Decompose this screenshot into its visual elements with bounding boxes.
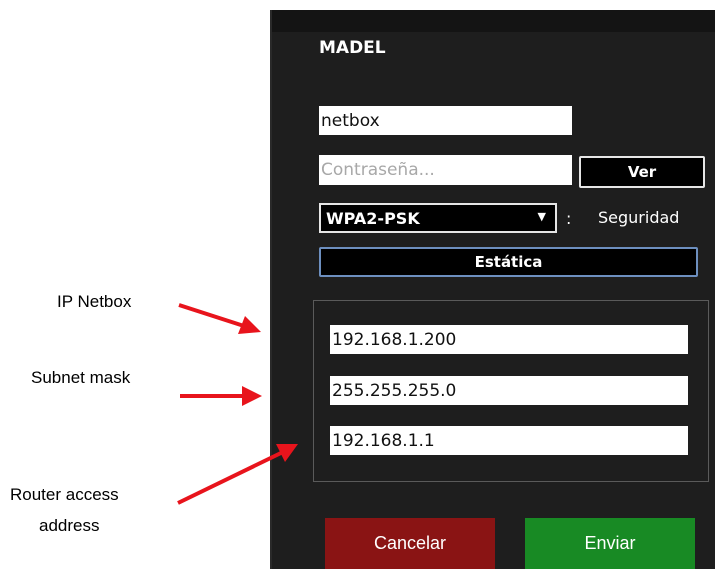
- router-address-arrow: [177, 444, 298, 505]
- subnet-mask-arrow: [180, 386, 262, 406]
- ip-netbox-arrow: [178, 303, 261, 334]
- annotation-arrows: [177, 303, 298, 505]
